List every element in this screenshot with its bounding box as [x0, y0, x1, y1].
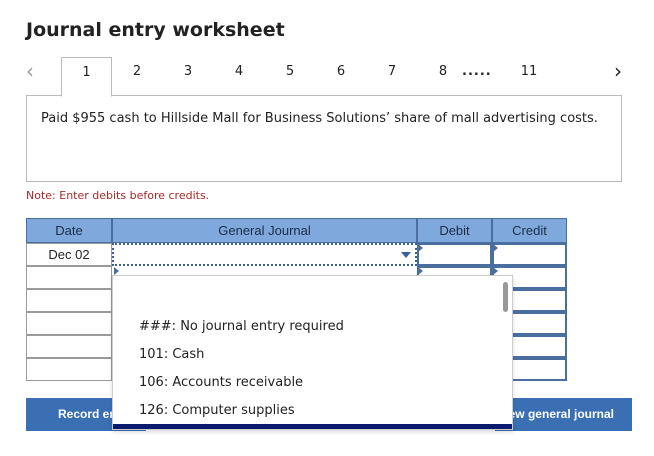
date-cell[interactable]: [26, 266, 112, 289]
cell-marker-icon: [493, 267, 498, 275]
debit-input[interactable]: [417, 243, 492, 266]
date-cell[interactable]: [26, 358, 112, 381]
tab-2[interactable]: 2: [112, 57, 162, 97]
tabs-ellipsis: .....: [462, 64, 492, 79]
dropdown-option[interactable]: 106: Accounts receivable: [139, 375, 303, 390]
instruction-note: Note: Enter debits before credits.: [26, 189, 210, 202]
tab-6[interactable]: 6: [316, 57, 366, 97]
tab-5[interactable]: 5: [265, 57, 315, 97]
cell-marker-icon: [114, 267, 119, 275]
chevron-left-icon[interactable]: ‹: [26, 60, 44, 82]
date-cell[interactable]: [26, 289, 112, 312]
tab-11[interactable]: 11: [504, 57, 554, 97]
tab-label: 5: [285, 64, 295, 79]
tab-3[interactable]: 3: [163, 57, 213, 97]
tab-label: 8: [438, 64, 448, 79]
tab-label: 7: [387, 64, 397, 79]
dropdown-option[interactable]: ###: No journal entry required: [139, 319, 344, 334]
chevron-down-icon[interactable]: [401, 252, 411, 258]
date-cell[interactable]: [26, 312, 112, 335]
tab-label: 6: [336, 64, 346, 79]
header-credit: Credit: [492, 218, 567, 243]
account-dropdown-list[interactable]: ###: No journal entry required 101: Cash…: [112, 275, 513, 430]
scrollbar-thumb[interactable]: [503, 282, 508, 312]
account-select[interactable]: [112, 243, 417, 266]
tab-label: 1: [82, 65, 91, 80]
tab-1[interactable]: 1: [61, 57, 112, 97]
chevron-right-icon[interactable]: ›: [614, 60, 632, 82]
dropdown-option[interactable]: 126: Computer supplies: [139, 403, 295, 418]
tab-label: 2: [132, 64, 142, 79]
tab-7[interactable]: 7: [367, 57, 417, 97]
tab-4[interactable]: 4: [214, 57, 264, 97]
page-title: Journal entry worksheet: [26, 19, 285, 41]
header-general-journal: General Journal: [112, 218, 417, 243]
date-cell[interactable]: [26, 335, 112, 358]
header-debit: Debit: [417, 218, 492, 243]
tab-label: 3: [183, 64, 193, 79]
cell-marker-icon: [418, 244, 423, 252]
cell-marker-icon: [493, 244, 498, 252]
credit-input[interactable]: [492, 243, 567, 266]
view-general-journal-button[interactable]: View general journal: [495, 398, 632, 431]
dropdown-option[interactable]: 101: Cash: [139, 347, 204, 362]
tab-8[interactable]: 8: [418, 57, 468, 97]
header-date: Date: [26, 218, 112, 243]
tab-label: 4: [234, 64, 244, 79]
dropdown-highlight-bar: [113, 424, 512, 429]
date-cell[interactable]: Dec 02: [26, 243, 112, 266]
cell-marker-icon: [418, 267, 423, 275]
tab-label: 11: [520, 64, 538, 79]
transaction-description: Paid $955 cash to Hillside Mall for Busi…: [26, 96, 622, 182]
